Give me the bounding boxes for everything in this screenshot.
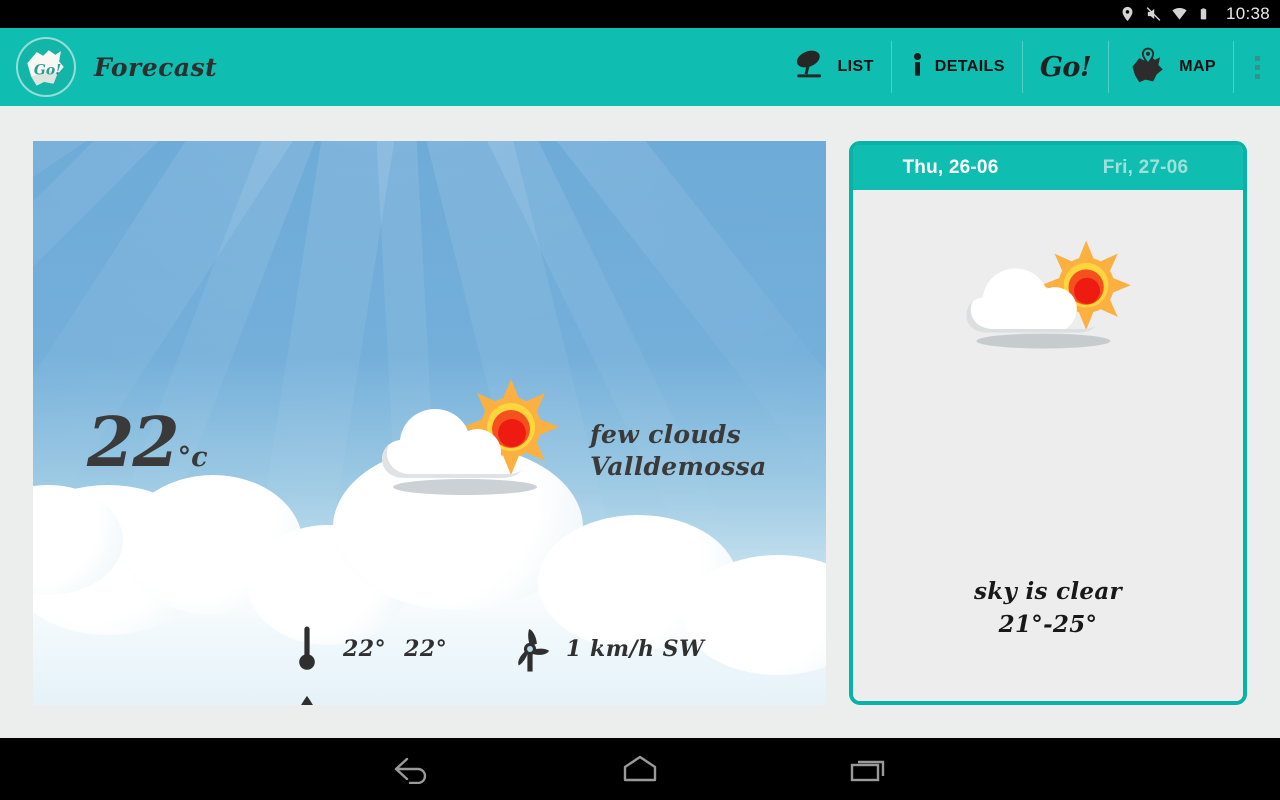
detail-pressure: 1016 hPa	[494, 696, 717, 706]
weather-details-grid: 22° 22° 1 km/h SW	[271, 614, 791, 705]
overflow-dot	[1254, 64, 1260, 70]
forecast-card: Thu, 26-06 Fri, 27-06 sky is clear 21°-2…	[849, 141, 1247, 705]
status-bar-clock: 10:38	[1225, 4, 1270, 23]
overflow-dot	[1254, 73, 1260, 79]
temp-min-value: 22°	[343, 635, 387, 662]
action-map-label: MAP	[1179, 58, 1216, 75]
pressure-gauge-icon	[494, 696, 566, 706]
action-bar-actions: LIST DETAILS Go! MAP	[775, 28, 1280, 106]
battery-icon	[1197, 5, 1214, 23]
action-list[interactable]: LIST	[775, 41, 892, 93]
temperature-unit: °c	[177, 442, 208, 473]
action-go[interactable]: Go!	[1023, 41, 1110, 93]
location-name: Valldemossa	[590, 452, 767, 481]
recents-icon[interactable]	[839, 749, 897, 789]
overflow-menu-icon[interactable]	[1234, 28, 1280, 106]
home-icon[interactable]	[611, 749, 669, 789]
forecast-condition: sky is clear	[974, 578, 1122, 605]
forecast-body[interactable]: sky is clear 21°-25°	[853, 190, 1243, 701]
location-pin-icon	[1119, 5, 1136, 23]
detail-temperature-value: 22° 22°	[343, 636, 447, 662]
back-icon[interactable]	[383, 749, 441, 789]
forecast-tabs: Thu, 26-06 Fri, 27-06	[853, 145, 1243, 190]
go-script-icon: Go!	[1039, 51, 1092, 83]
detail-wind-value: 1 km/h SW	[566, 635, 705, 662]
details-row: 22° 22° 1 km/h SW	[271, 614, 791, 683]
few-clouds-icon	[370, 375, 570, 500]
detail-temperature: 22° 22°	[271, 621, 494, 677]
wifi-icon	[1171, 5, 1188, 23]
temperature-value: 22	[87, 403, 180, 483]
overflow-dot	[1254, 55, 1260, 61]
satellite-dish-icon	[792, 48, 828, 87]
temp-max-value: 22°	[404, 635, 448, 662]
detail-wind: 1 km/h SW	[494, 623, 717, 675]
details-row: 59 %	[271, 683, 791, 705]
humidity-drop-icon	[271, 693, 343, 705]
forecast-range: 21°-25°	[998, 611, 1098, 639]
sound-muted-icon	[1145, 5, 1162, 23]
island-pin-icon	[1126, 46, 1170, 89]
current-temperature: 22°c	[87, 409, 208, 477]
action-details-label: DETAILS	[934, 58, 1005, 75]
forecast-summary: sky is clear 21°-25°	[853, 575, 1243, 642]
svg-text:Go!: Go!	[34, 62, 61, 78]
action-details[interactable]: DETAILS	[892, 41, 1023, 93]
app-brand[interactable]: Go! Forecast	[0, 37, 217, 97]
current-weather-panel[interactable]: 22°c few clouds Valldemossa 22° 22° 1 km…	[33, 141, 826, 705]
forecast-tab-fri[interactable]: Fri, 27-06	[1048, 145, 1243, 190]
detail-pressure-value: 1016 hPa	[566, 705, 685, 706]
action-list-label: LIST	[837, 58, 874, 75]
status-bar: 10:38	[0, 0, 1280, 28]
detail-humidity-value: 59 %	[343, 705, 404, 706]
page-title: Forecast	[94, 52, 218, 82]
action-map[interactable]: MAP	[1109, 41, 1234, 93]
condition-text: few clouds	[590, 420, 742, 449]
info-icon	[909, 48, 926, 87]
android-nav-bar	[0, 738, 1280, 800]
thermometer-icon	[271, 621, 343, 677]
app-logo-icon: Go!	[16, 37, 76, 97]
detail-humidity: 59 %	[271, 693, 494, 706]
condition-block: few clouds Valldemossa	[590, 419, 766, 483]
wind-turbine-icon	[494, 623, 566, 675]
forecast-tab-thu[interactable]: Thu, 26-06	[853, 145, 1048, 190]
app-screen: 10:38 Go! Forecast LIST DETAILS Go! MAP …	[0, 0, 1280, 800]
action-bar: Go! Forecast LIST DETAILS Go! MAP	[0, 28, 1280, 106]
few-clouds-icon	[955, 236, 1141, 354]
